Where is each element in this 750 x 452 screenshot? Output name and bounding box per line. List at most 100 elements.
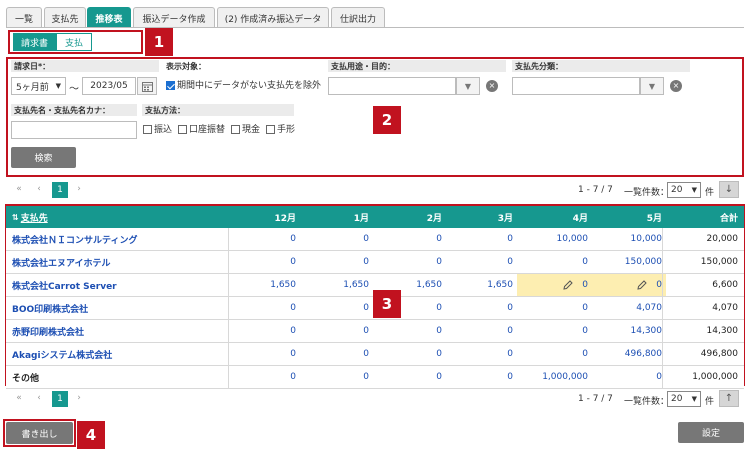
month-amount-m1[interactable]: 1,650 <box>303 274 369 296</box>
month-amount-m3[interactable]: 0 <box>449 297 513 319</box>
method-transfer-label: 振込 <box>154 125 173 135</box>
settings-button[interactable]: 設定 <box>678 422 744 443</box>
purpose-input[interactable] <box>328 77 456 95</box>
month-amount-m3[interactable]: 0 <box>449 228 513 250</box>
calendar-button[interactable] <box>137 77 157 95</box>
export-button[interactable]: 書き出し <box>6 422 73 444</box>
exclude-empty-checkbox[interactable]: 期間中にデータがない支払先を除外 <box>166 78 321 91</box>
month-amount-m3[interactable]: 0 <box>449 366 513 388</box>
month-amount-m5[interactable]: 0 <box>595 274 662 296</box>
tab-trend-table[interactable]: 推移表 <box>87 7 131 28</box>
month-amount-m1[interactable]: 0 <box>303 251 369 273</box>
search-button[interactable]: 検索 <box>11 147 76 168</box>
page-prev-button[interactable]: ‹ <box>33 182 45 196</box>
method-transfer-checkbox[interactable]: 振込 <box>143 122 172 135</box>
exclude-empty-label: 期間中にデータがない支払先を除外 <box>177 81 322 91</box>
month-amount-m4[interactable]: 0 <box>520 274 588 296</box>
method-bill-checkbox[interactable]: 手形 <box>266 122 295 135</box>
annotation-badge-3: 3 <box>373 290 401 318</box>
payee-name-input[interactable] <box>11 121 137 139</box>
period-select[interactable]: 5ヶ月前 ▼ <box>11 77 66 95</box>
payment-method-options: 振込 口座振替 現金 手形 <box>143 122 295 135</box>
per-page-value-bottom: 20 <box>671 394 683 404</box>
month-amount-m12[interactable]: 0 <box>230 343 296 365</box>
row-total: 1,000,000 <box>692 372 738 382</box>
per-page-select-bottom[interactable]: 20 ▼ <box>667 391 701 407</box>
month-amount-m12[interactable]: 0 <box>230 228 296 250</box>
method-cash-checkbox[interactable]: 現金 <box>231 122 260 135</box>
payee-name-link[interactable]: 株式会社Carrot Server <box>12 274 227 296</box>
month-amount-m4[interactable]: 0 <box>520 320 588 342</box>
month-amount-m3[interactable]: 0 <box>449 251 513 273</box>
month-amount-m2[interactable]: 0 <box>376 251 442 273</box>
purpose-clear-button[interactable]: × <box>483 77 501 95</box>
checkbox-icon <box>178 125 188 134</box>
month-amount-m5[interactable]: 0 <box>595 366 662 388</box>
tab-list[interactable]: 一覧 <box>6 7 42 28</box>
month-amount-m5[interactable]: 496,800 <box>595 343 662 365</box>
payee-name-link[interactable]: Akagiシステム株式会社 <box>12 343 227 365</box>
chevron-down-icon: ▼ <box>691 186 697 194</box>
category-input[interactable] <box>512 77 640 95</box>
month-amount-m3[interactable]: 0 <box>449 343 513 365</box>
month-amount-m5[interactable]: 150,000 <box>595 251 662 273</box>
month-amount-m5[interactable]: 10,000 <box>595 228 663 250</box>
month-amount-m12[interactable]: 0 <box>230 320 296 342</box>
purpose-dropdown-button[interactable]: ▼ <box>456 77 480 95</box>
month-amount-m12[interactable]: 0 <box>230 297 296 319</box>
header-12: 12月 <box>274 213 296 224</box>
annotation-badge-4: 4 <box>77 421 105 449</box>
tab-payees[interactable]: 支払先 <box>44 7 86 28</box>
month-amount-m2[interactable]: 0 <box>376 228 442 250</box>
per-page-label-bottom: 一覧件数： <box>624 397 670 407</box>
month-amount-m4[interactable]: 1,000,000 <box>520 366 588 388</box>
month-amount-m4[interactable]: 0 <box>520 343 588 365</box>
month-amount-m1[interactable]: 0 <box>303 366 369 388</box>
tab-journal-export[interactable]: 仕訳出力 <box>331 7 385 28</box>
month-amount-m1[interactable]: 0 <box>303 320 369 342</box>
month-amount-m1[interactable]: 0 <box>303 343 369 365</box>
payee-name-link[interactable]: 赤野印刷株式会社 <box>12 320 227 342</box>
month-amount-m12[interactable]: 1,650 <box>230 274 296 296</box>
category-dropdown-button[interactable]: ▼ <box>640 77 664 95</box>
annotation-badge-1: 1 <box>145 28 173 56</box>
toggle-payment[interactable]: 支払 <box>56 33 92 51</box>
chevron-down-icon: ▼ <box>464 81 472 91</box>
end-month-input[interactable]: 2023/05 <box>82 77 136 95</box>
scroll-down-button[interactable]: ↓ <box>719 181 739 198</box>
tab-transfer-data-create[interactable]: 振込データ作成 <box>133 7 215 28</box>
tab-created-transfer-data[interactable]: (2) 作成済み振込データ <box>217 7 329 28</box>
payee-name-link[interactable]: 株式会社エヌアイホテル <box>12 251 227 273</box>
page-prev-button-bottom[interactable]: ‹ <box>33 391 45 405</box>
month-amount-m2[interactable]: 0 <box>376 320 442 342</box>
payee-name-link[interactable]: 株式会社ＮＩコンサルティング <box>12 228 227 250</box>
month-amount-m3[interactable]: 1,650 <box>449 274 513 296</box>
month-amount-m5[interactable]: 14,300 <box>595 320 663 342</box>
payee-name-link[interactable]: BOO印刷株式会社 <box>12 297 227 319</box>
month-amount-m4[interactable]: 10,000 <box>520 228 589 250</box>
page-first-button[interactable]: « <box>13 182 25 196</box>
category-clear-button[interactable]: × <box>667 77 685 95</box>
method-debit-checkbox[interactable]: 口座振替 <box>178 122 225 135</box>
header-payee[interactable]: ⇅ 支払先 <box>12 206 72 228</box>
page-current[interactable]: 1 <box>52 182 68 198</box>
month-amount-m1[interactable]: 0 <box>303 297 369 319</box>
page-next-button-bottom[interactable]: › <box>73 391 85 405</box>
month-amount-m4[interactable]: 0 <box>520 297 588 319</box>
per-page-select[interactable]: 20 ▼ <box>667 182 701 198</box>
month-amount-m1[interactable]: 0 <box>303 228 369 250</box>
page-first-button-bottom[interactable]: « <box>13 391 25 405</box>
month-amount-m3[interactable]: 0 <box>449 320 513 342</box>
header-3: 3月 <box>497 213 513 224</box>
month-amount-m2[interactable]: 0 <box>376 343 442 365</box>
month-amount-m12[interactable]: 0 <box>230 251 296 273</box>
month-amount-m12[interactable]: 0 <box>230 366 296 388</box>
month-amount-m2[interactable]: 0 <box>376 366 442 388</box>
month-amount-m5[interactable]: 4,070 <box>595 297 662 319</box>
page-current-bottom[interactable]: 1 <box>52 391 68 407</box>
toggle-invoice[interactable]: 請求書 <box>13 33 56 51</box>
page-next-button[interactable]: › <box>73 182 85 196</box>
scroll-up-button[interactable]: ↑ <box>719 390 739 407</box>
month-amount-m4[interactable]: 0 <box>520 251 588 273</box>
checkbox-icon <box>143 125 152 134</box>
